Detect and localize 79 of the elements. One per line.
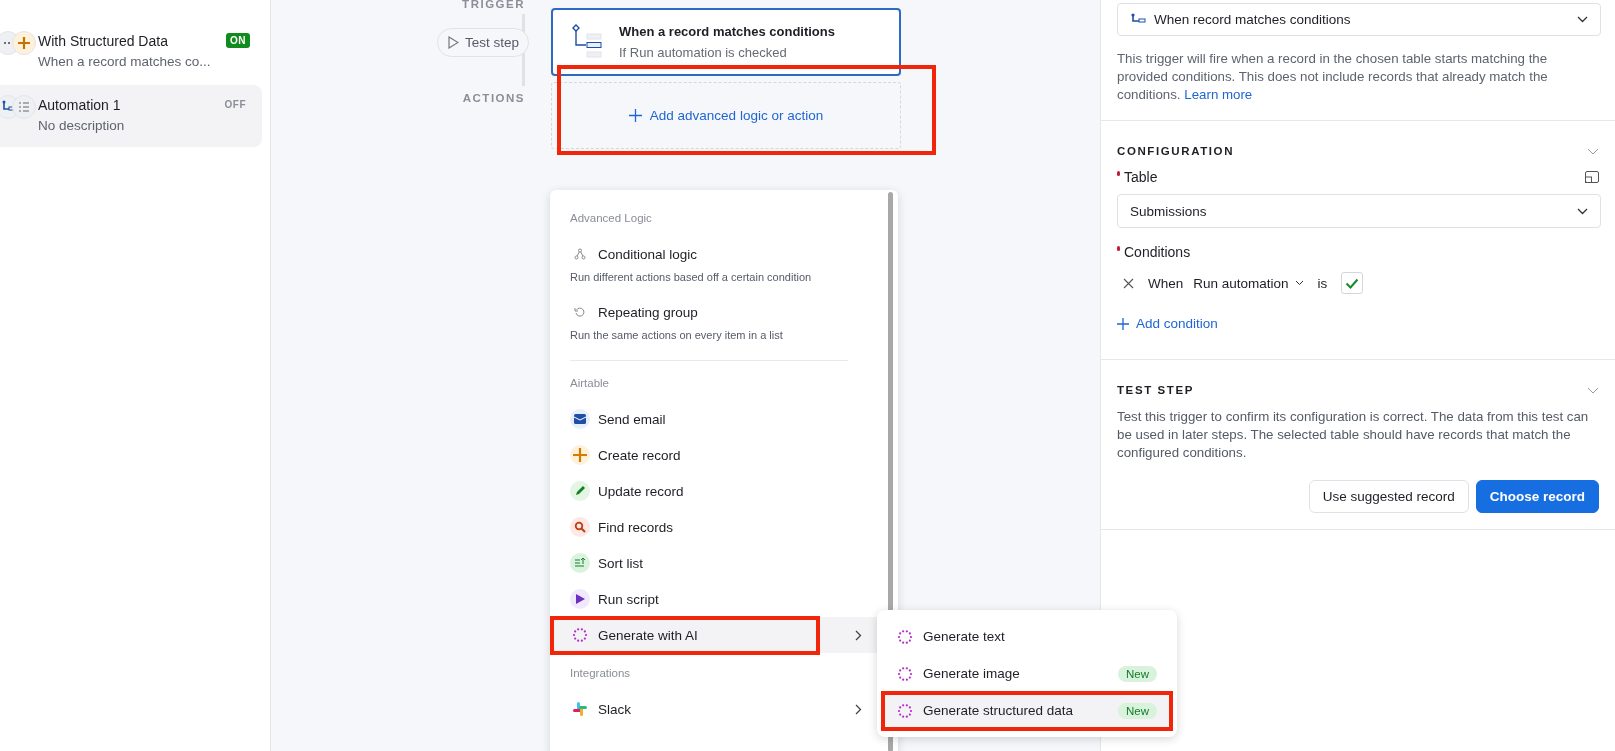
automation-description: When a record matches co... bbox=[38, 54, 212, 69]
menu-item[interactable]: Create record bbox=[550, 437, 884, 473]
envelope-icon bbox=[574, 414, 586, 424]
automation-item[interactable]: Automation 1 No description OFF bbox=[0, 85, 262, 147]
close-icon[interactable] bbox=[1123, 277, 1134, 289]
menu-item[interactable]: Conditional logic Run different actions based off a certain condition bbox=[550, 236, 884, 294]
checkbox[interactable] bbox=[1341, 272, 1364, 294]
menu-section-heading: Advanced Logic bbox=[569, 212, 653, 224]
search-icon bbox=[574, 521, 586, 533]
menu-item[interactable]: Repeating group Run the same actions on every item in a list bbox=[550, 294, 884, 352]
section-heading: CONFIGURATION bbox=[1117, 145, 1235, 157]
check-icon bbox=[1345, 277, 1360, 289]
pencil-icon bbox=[574, 485, 586, 497]
sparkle-ring-icon bbox=[897, 665, 913, 682]
sort-icon bbox=[574, 557, 586, 569]
menu-item[interactable]: Find records bbox=[550, 509, 884, 545]
window-icon[interactable] bbox=[1585, 171, 1599, 183]
slack-icon bbox=[572, 701, 588, 717]
automation-title: With Structured Data bbox=[38, 33, 169, 49]
menu-item-description: Run different actions based off a certain condition bbox=[570, 271, 813, 283]
field-label: Conditions bbox=[1124, 244, 1192, 260]
trigger-type-select[interactable]: When record matches conditions bbox=[1117, 3, 1601, 36]
trigger-description: This trigger will fire when a record in the chosen table starts matching the provided conditions. This does not include records that already match the conditions. Learn more bbox=[1117, 50, 1549, 104]
field-dropdown[interactable]: Run automation bbox=[1193, 275, 1304, 291]
condition-operator: is bbox=[1317, 275, 1328, 291]
menu-section-heading: Airtable bbox=[569, 377, 610, 389]
menu-item-description: Run the same actions on every item in a list bbox=[570, 329, 784, 341]
menu-item[interactable]: Send email bbox=[550, 401, 884, 437]
chevron-down-icon bbox=[1577, 207, 1588, 215]
chevron-right-icon bbox=[855, 629, 862, 641]
chevron-right-icon bbox=[855, 703, 862, 715]
menu-item[interactable]: Slack bbox=[550, 691, 884, 727]
chevron-down-icon bbox=[1577, 16, 1588, 23]
new-badge: New bbox=[1118, 702, 1157, 719]
play-icon bbox=[447, 35, 459, 49]
trigger-icon bbox=[1, 100, 15, 114]
automation-description: No description bbox=[38, 118, 126, 133]
add-condition-button[interactable]: Add condition bbox=[1117, 316, 1218, 331]
primary-button[interactable]: Choose record bbox=[1475, 480, 1599, 513]
status-label: OFF bbox=[223, 98, 247, 112]
new-badge: New bbox=[1118, 665, 1157, 682]
secondary-button[interactable]: Use suggested record bbox=[1308, 480, 1469, 513]
repeat-icon bbox=[574, 306, 586, 318]
learn-more-link[interactable]: Learn more bbox=[1184, 87, 1253, 102]
chevron-icon[interactable] bbox=[1587, 386, 1599, 394]
field-label: Table bbox=[1124, 169, 1159, 185]
menu-section-heading: Integrations bbox=[569, 667, 632, 679]
test-step-description: Test this trigger to confirm its configuration is correct. The data from this test can be used in later steps. The selected table should have records that match the configured conditions. bbox=[1117, 408, 1590, 462]
actions-label: ACTIONS bbox=[461, 92, 526, 106]
menu-item[interactable]: Sort list bbox=[550, 545, 884, 581]
condition-prefix: When bbox=[1148, 275, 1184, 291]
chevron-icon[interactable] bbox=[1587, 147, 1599, 155]
trigger-card[interactable]: When a record matches conditions If Run automation is checked bbox=[551, 8, 901, 76]
play-icon bbox=[574, 593, 586, 605]
submenu-item[interactable]: Generate image New bbox=[885, 655, 1169, 692]
checklist-icon bbox=[18, 101, 30, 113]
automation-item[interactable]: With Structured Data When a record matches co... ON bbox=[0, 25, 262, 79]
plus-icon bbox=[17, 36, 31, 50]
menu-item[interactable]: Run script bbox=[550, 581, 884, 617]
sparkle-ring-icon bbox=[897, 702, 913, 719]
plus-icon bbox=[628, 109, 642, 122]
submenu-item[interactable]: Generate text bbox=[885, 618, 1169, 655]
trigger-subtitle: If Run automation is checked bbox=[619, 45, 788, 60]
chevron-down-icon bbox=[1294, 280, 1304, 286]
add-action-button[interactable]: Add advanced logic or action bbox=[551, 82, 901, 149]
menu-item[interactable]: Update record bbox=[550, 473, 884, 509]
plus-icon bbox=[1117, 317, 1129, 330]
section-heading: TEST STEP bbox=[1117, 384, 1195, 396]
trigger-label: TRIGGER bbox=[461, 0, 526, 10]
branch-icon bbox=[574, 248, 586, 260]
sparkle-ring-icon bbox=[572, 627, 588, 643]
status-label: ON bbox=[226, 33, 250, 48]
table-select[interactable]: Submissions bbox=[1117, 194, 1601, 228]
dots-icon bbox=[3, 41, 13, 45]
trigger-title: When a record matches conditions bbox=[619, 24, 835, 39]
test-step-button[interactable]: Test step bbox=[437, 27, 530, 57]
plus-icon bbox=[573, 448, 587, 462]
automation-title: Automation 1 bbox=[38, 97, 122, 113]
sparkle-ring-icon bbox=[897, 628, 913, 645]
